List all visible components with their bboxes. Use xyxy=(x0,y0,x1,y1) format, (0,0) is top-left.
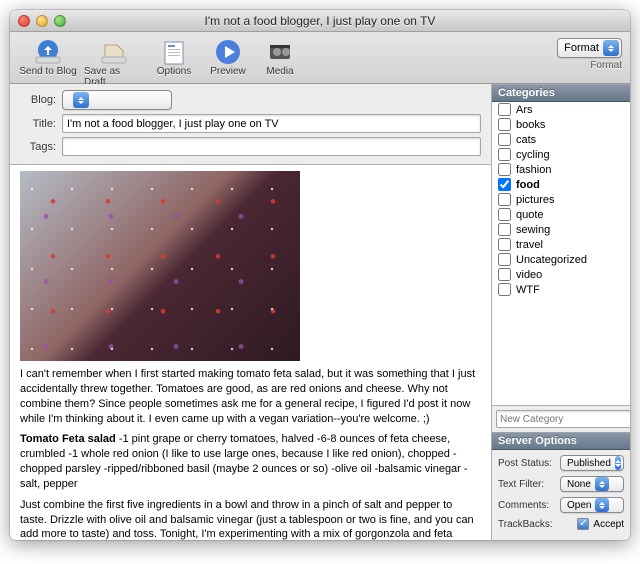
category-item[interactable]: pictures xyxy=(492,192,630,207)
category-label: fashion xyxy=(516,164,551,176)
trackbacks-checkbox[interactable] xyxy=(577,518,589,530)
trackbacks-accept-label: Accept xyxy=(593,519,624,530)
category-item[interactable]: travel xyxy=(492,237,630,252)
dropdown-arrows-icon xyxy=(595,498,609,512)
category-label: food xyxy=(516,179,540,191)
post-status-label: Post Status: xyxy=(498,458,552,469)
dropdown-arrows-icon xyxy=(595,477,609,491)
tags-label: Tags: xyxy=(20,141,56,153)
preview-label: Preview xyxy=(210,66,246,77)
dropdown-arrows-icon xyxy=(73,92,89,108)
tags-input[interactable] xyxy=(62,137,481,156)
category-label: video xyxy=(516,269,542,281)
format-dropdown[interactable]: Format xyxy=(557,38,622,58)
format-value: Format xyxy=(564,42,599,54)
category-item[interactable]: Ars xyxy=(492,102,630,117)
category-label: sewing xyxy=(516,224,550,236)
sidebar: Categories Ars books cats cycling fashion foo… xyxy=(492,84,630,540)
format-section-label: Format xyxy=(590,60,622,71)
titlebar: I'm not a food blogger, I just play one … xyxy=(10,10,630,32)
category-label: cycling xyxy=(516,149,550,161)
category-label: pictures xyxy=(516,194,555,206)
post-metadata: Blog: Title: Tags: xyxy=(10,84,491,165)
recipe-title: Tomato Feta salad xyxy=(20,433,116,445)
options-label: Options xyxy=(157,66,191,77)
toolbar: Send to Blog Save as Draft Options Previ… xyxy=(10,32,630,84)
trackbacks-label: TrackBacks: xyxy=(498,519,553,530)
category-checkbox[interactable] xyxy=(498,103,511,116)
category-checkbox[interactable] xyxy=(498,253,511,266)
category-checkbox[interactable] xyxy=(498,163,511,176)
post-paragraph: Tomato Feta salad -1 pint grape or cherr… xyxy=(20,432,481,491)
category-item[interactable]: books xyxy=(492,117,630,132)
categories-list[interactable]: Ars books cats cycling fashion food pictures qu… xyxy=(492,102,630,406)
dropdown-arrows-icon xyxy=(603,40,619,56)
blog-label: Blog: xyxy=(20,94,56,106)
post-status-select[interactable]: Published xyxy=(560,455,624,471)
category-label: WTF xyxy=(516,284,540,296)
media-label: Media xyxy=(266,66,293,77)
new-category-row: Add xyxy=(492,406,630,432)
category-item[interactable]: video xyxy=(492,267,630,282)
category-item[interactable]: WTF xyxy=(492,282,630,297)
dropdown-arrows-icon xyxy=(615,456,621,470)
text-filter-label: Text Filter: xyxy=(498,479,544,490)
save-draft-button[interactable]: Save as Draft xyxy=(84,36,144,88)
preview-button[interactable]: Preview xyxy=(204,36,252,77)
category-label: quote xyxy=(516,209,544,221)
category-checkbox[interactable] xyxy=(498,193,511,206)
category-checkbox[interactable] xyxy=(498,118,511,131)
title-input[interactable] xyxy=(62,114,481,133)
category-label: travel xyxy=(516,239,543,251)
category-checkbox[interactable] xyxy=(498,133,511,146)
category-checkbox[interactable] xyxy=(498,268,511,281)
category-item[interactable]: Uncategorized xyxy=(492,252,630,267)
category-item[interactable]: cycling xyxy=(492,147,630,162)
category-label: Uncategorized xyxy=(516,254,587,266)
category-checkbox[interactable] xyxy=(498,178,511,191)
comments-select[interactable]: Open xyxy=(560,497,624,513)
post-image xyxy=(20,171,300,361)
app-window: I'm not a food blogger, I just play one … xyxy=(10,10,630,540)
window-title: I'm not a food blogger, I just play one … xyxy=(10,14,630,28)
categories-header: Categories xyxy=(492,84,630,102)
category-label: books xyxy=(516,119,545,131)
blog-select[interactable] xyxy=(62,90,172,110)
category-item[interactable]: fashion xyxy=(492,162,630,177)
category-item[interactable]: sewing xyxy=(492,222,630,237)
post-paragraph: Just combine the first five ingredients … xyxy=(20,498,481,540)
category-item[interactable]: food xyxy=(492,177,630,192)
new-category-input[interactable] xyxy=(496,410,630,428)
options-icon xyxy=(158,36,190,68)
category-checkbox[interactable] xyxy=(498,208,511,221)
comments-label: Comments: xyxy=(498,500,549,511)
send-label: Send to Blog xyxy=(19,66,76,77)
options-button[interactable]: Options xyxy=(150,36,198,77)
send-icon xyxy=(32,36,64,68)
server-options: Post Status: Published Text Filter: None… xyxy=(492,450,630,540)
text-filter-select[interactable]: None xyxy=(560,476,624,492)
draft-icon xyxy=(98,36,130,68)
category-item[interactable]: cats xyxy=(492,132,630,147)
category-checkbox[interactable] xyxy=(498,283,511,296)
category-checkbox[interactable] xyxy=(498,223,511,236)
post-paragraph: I can't remember when I first started ma… xyxy=(20,367,481,426)
media-icon xyxy=(264,36,296,68)
category-label: Ars xyxy=(516,104,533,116)
title-label: Title: xyxy=(20,118,56,130)
main-panel: Blog: Title: Tags: I can't remembe xyxy=(10,84,492,540)
preview-icon xyxy=(212,36,244,68)
server-options-header: Server Options xyxy=(492,432,630,450)
media-button[interactable]: Media xyxy=(258,36,302,77)
category-checkbox[interactable] xyxy=(498,238,511,251)
send-to-blog-button[interactable]: Send to Blog xyxy=(18,36,78,77)
category-item[interactable]: quote xyxy=(492,207,630,222)
category-label: cats xyxy=(516,134,536,146)
category-checkbox[interactable] xyxy=(498,148,511,161)
post-body[interactable]: I can't remember when I first started ma… xyxy=(10,165,491,540)
